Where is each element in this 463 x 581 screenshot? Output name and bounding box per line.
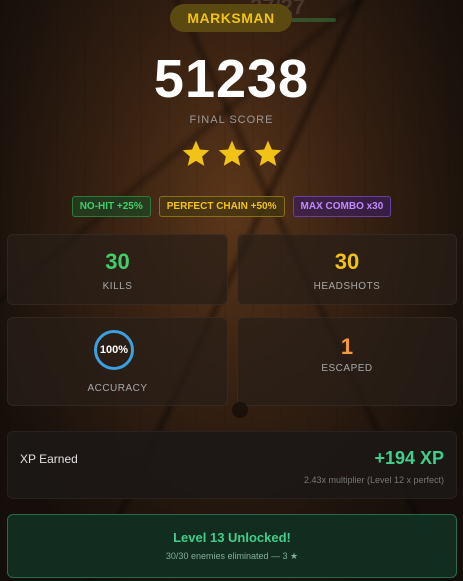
- accuracy-value: 100%: [99, 344, 129, 356]
- final-score-label: FINAL SCORE: [189, 114, 274, 126]
- accuracy-ring: 100%: [94, 330, 134, 370]
- rank-badge: MARKSMAN: [170, 4, 292, 32]
- results-screen: MARKSMAN 51238 FINAL SCORE NO-HIT +25% P…: [0, 0, 463, 581]
- headshots-label: HEADSHOTS: [313, 281, 381, 292]
- level-unlocked-title: Level 13 Unlocked!: [173, 530, 291, 545]
- bonus-tags: NO-HIT +25% PERFECT CHAIN +50% MAX COMBO…: [0, 196, 463, 217]
- level-unlocked-card[interactable]: Level 13 Unlocked! 30/30 enemies elimina…: [7, 514, 457, 578]
- bonus-tag-no-hit: NO-HIT +25%: [71, 196, 151, 217]
- star-icon: [254, 140, 281, 166]
- final-score-value: 51238: [153, 49, 310, 109]
- kills-value: 30: [105, 249, 130, 274]
- bonus-tag-max-combo: MAX COMBO x30: [292, 196, 392, 217]
- stat-card-headshots: 30 HEADSHOTS: [237, 234, 457, 305]
- level-unlocked-detail: 30/30 enemies eliminated — 3 ★: [165, 551, 299, 561]
- accuracy-label: ACCURACY: [87, 383, 148, 394]
- kills-label: KILLS: [102, 281, 133, 292]
- xp-earned-card: XP Earned +194 XP 2.43x multiplier (Leve…: [7, 431, 457, 499]
- bonus-tag-perfect-chain: PERFECT CHAIN +50%: [158, 196, 285, 217]
- star-icon: [182, 140, 209, 166]
- stat-card-escaped: 1 ESCAPED: [237, 317, 457, 406]
- xp-earned-title: XP Earned: [20, 452, 78, 466]
- headshots-value: 30: [334, 249, 360, 274]
- xp-multiplier-detail: 2.43x multiplier (Level 12 x perfect): [303, 475, 444, 485]
- star-rating: [0, 138, 463, 170]
- stat-card-kills: 30 KILLS: [7, 234, 228, 305]
- escaped-label: ESCAPED: [321, 363, 373, 374]
- background-marker: [232, 402, 248, 418]
- xp-earned-value: +194 XP: [374, 448, 444, 468]
- star-icon: [218, 140, 245, 166]
- escaped-value: 1: [340, 334, 354, 359]
